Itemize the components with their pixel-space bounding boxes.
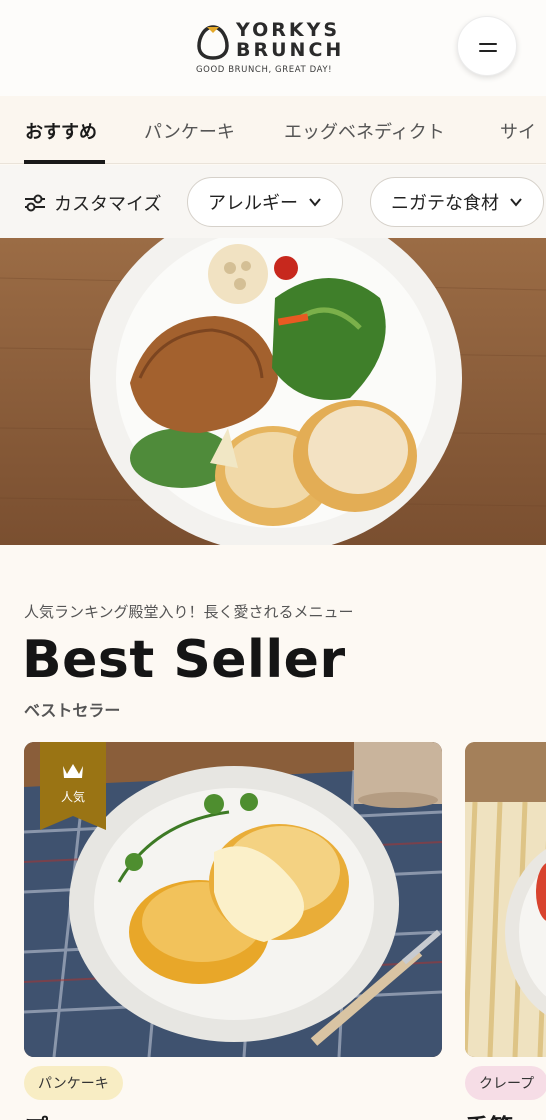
section-title-ja: ベストセラー: [24, 701, 121, 720]
hamburger-icon: [479, 43, 497, 45]
section-subtitle: 人気ランキング殿堂入り！長く愛されるメニュー: [24, 603, 354, 621]
allergy-label: アレルギー: [208, 193, 298, 214]
popular-ribbon: [40, 742, 106, 830]
menu-button[interactable]: [457, 16, 517, 76]
customize-button[interactable]: カスタマイズ: [24, 190, 161, 216]
active-tab-indicator: [24, 160, 105, 164]
chevron-down-icon: [510, 198, 522, 207]
egg-logo-icon: [197, 25, 229, 60]
food-plate-illustration: [0, 238, 546, 545]
hero-banner-image[interactable]: ✦: [0, 238, 546, 545]
menu-item-name-next[interactable]: 季節: [465, 1108, 513, 1120]
brand-logo[interactable]: YORKYS BRUNCH GOOD BRUNCH, GREAT DAY!: [196, 18, 356, 78]
hamburger-icon-bar: [479, 50, 497, 52]
menu-item-name[interactable]: プ: [24, 1108, 48, 1120]
logo-text-line2: BRUNCH: [236, 39, 345, 61]
category-tag: パンケーキ: [24, 1066, 123, 1100]
menu-card-image-next[interactable]: [465, 742, 546, 1057]
category-tag-next: クレープ: [465, 1066, 546, 1100]
crepe-photo: [465, 742, 546, 1057]
tab-pancake[interactable]: パンケーキ: [144, 118, 235, 144]
customize-label: カスタマイズ: [54, 194, 162, 215]
section-title: Best Seller: [22, 630, 346, 690]
logo-tagline: GOOD BRUNCH, GREAT DAY!: [196, 65, 333, 75]
tab-side[interactable]: サイ: [500, 118, 536, 144]
category-tabs: おすすめ パンケーキ エッグベネディクト サイ: [0, 96, 546, 164]
allergy-dropdown[interactable]: アレルギー: [187, 177, 343, 227]
chevron-down-icon: [309, 198, 321, 207]
disliked-ingredients-dropdown[interactable]: ニガテな食材: [370, 177, 544, 227]
logo-text-line1: YORKYS: [236, 19, 341, 41]
disliked-ingredients-label: ニガテな食材: [391, 193, 499, 214]
site-header: YORKYS BRUNCH GOOD BRUNCH, GREAT DAY!: [0, 0, 546, 96]
tab-recommended[interactable]: おすすめ: [25, 118, 97, 144]
tab-eggs-benedict[interactable]: エッグベネディクト: [284, 118, 445, 144]
menu-card-image[interactable]: 人気: [24, 742, 442, 1057]
popular-ribbon-label: 人気: [60, 790, 85, 804]
sliders-icon: [25, 194, 45, 212]
filter-bar: カスタマイズ アレルギー ニガテな食材: [0, 165, 546, 238]
